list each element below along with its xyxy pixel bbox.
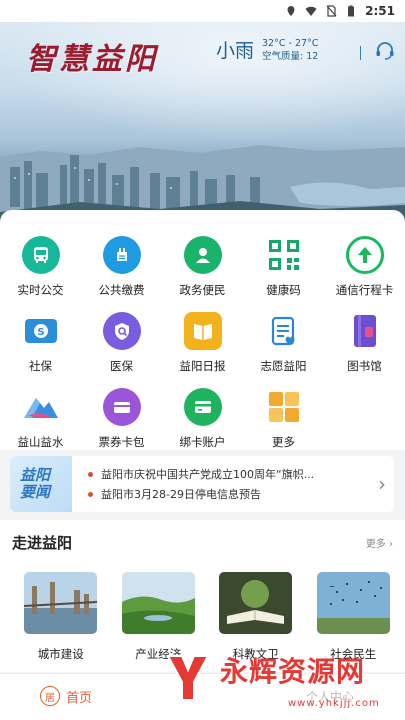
service-realtime-bus[interactable]: 实时公交 <box>0 236 81 298</box>
headset-icon[interactable] <box>374 40 396 62</box>
service-label: 通信行程卡 <box>335 283 394 297</box>
service-mountain-water[interactable]: 益山益水 <box>0 388 81 450</box>
arrow-up-icon <box>345 236 384 274</box>
book-photo <box>219 572 293 634</box>
services-grid: 实时公交 公共缴费 政务便民 健康码 通信行程卡 S 社保 医保 益阳日报 志愿… <box>0 236 405 450</box>
location-icon <box>287 6 295 16</box>
service-ticket-wallet[interactable]: 票券卡包 <box>81 388 162 450</box>
service-label: 绑卡账户 <box>179 435 226 449</box>
section-title: 走进益阳 <box>12 534 73 552</box>
bullet-dot <box>88 471 93 477</box>
explore-city-construction[interactable]: 城市建设 <box>12 572 110 662</box>
ticket-wallet-icon <box>102 388 141 426</box>
service-more[interactable]: 更多 <box>243 388 324 450</box>
more-label: 更多 <box>365 539 386 550</box>
qr-code-icon <box>265 236 303 274</box>
bullet-dot <box>88 491 93 497</box>
tab-home[interactable]: 居 首页 <box>40 686 92 706</box>
volunteer-icon <box>265 312 303 350</box>
bank-card-icon <box>183 388 222 426</box>
service-bind-card[interactable]: 绑卡账户 <box>162 388 243 450</box>
service-label: 政务便民 <box>179 283 226 297</box>
news-list: 益阳市庆祝中国共产党成立100周年“旗帜... 益阳市3月28-29日停电信息预… <box>72 464 370 504</box>
svg-text:S: S <box>37 327 44 338</box>
newspaper-icon <box>183 312 222 350</box>
city-photo <box>24 572 98 634</box>
clock: 2:51 <box>365 4 395 18</box>
service-label: 图书馆 <box>347 359 382 373</box>
service-label: 益阳日报 <box>179 359 226 373</box>
no-sim-icon <box>326 5 337 17</box>
home-icon: 居 <box>40 686 60 706</box>
tab-home-label: 首页 <box>66 690 93 706</box>
medical-insurance-icon <box>102 312 141 350</box>
weather-widget[interactable]: 小雨 32°C - 27°C 空气质量: 12 <box>216 36 318 63</box>
service-public-payment[interactable]: 公共缴费 <box>81 236 162 298</box>
watermark-text: 永辉资源网 <box>220 655 366 688</box>
service-label: 实时公交 <box>17 283 64 297</box>
service-social-security[interactable]: S 社保 <box>0 312 81 374</box>
service-health-code[interactable]: 健康码 <box>243 236 324 298</box>
library-icon <box>346 312 384 350</box>
services-panel: 实时公交 公共缴费 政务便民 健康码 通信行程卡 S 社保 医保 益阳日报 志愿… <box>0 210 405 450</box>
news-item[interactable]: 益阳市庆祝中国共产党成立100周年“旗帜... <box>88 464 370 484</box>
temperature-range: 32°C - 27°C <box>262 37 319 49</box>
service-label: 医保 <box>110 359 133 373</box>
status-bar: 2:51 <box>0 0 405 22</box>
watermark-logo <box>166 655 210 701</box>
service-label: 公共缴费 <box>98 283 145 297</box>
service-volunteer[interactable]: 志愿益阳 <box>243 312 324 374</box>
wifi-icon <box>305 6 317 16</box>
news-badge-line1: 益阳 <box>20 466 51 484</box>
news-badge-line2: 要闻 <box>20 483 51 501</box>
watermark: 永辉资源网 www.yhkjjj.com <box>160 646 405 720</box>
service-label: 更多 <box>272 435 295 449</box>
social-security-icon: S <box>22 312 60 350</box>
weather-detail: 32°C - 27°C 空气质量: 12 <box>262 37 318 63</box>
hero-banner: 智慧益阳 小雨 32°C - 27°C 空气质量: 12 <box>0 22 405 237</box>
more-link[interactable]: 更多 › <box>366 535 393 550</box>
service-government[interactable]: 政务便民 <box>162 236 243 298</box>
news-item[interactable]: 益阳市3月28-29日停电信息预告 <box>88 484 370 504</box>
news-ticker[interactable]: 益阳 要闻 益阳市庆祝中国共产党成立100周年“旗帜... 益阳市3月28-29… <box>10 456 394 512</box>
service-label: 社保 <box>29 359 52 373</box>
app-title: 智慧益阳 <box>26 42 158 77</box>
service-label: 益山益水 <box>17 435 64 449</box>
service-medical-insurance[interactable]: 医保 <box>81 312 162 374</box>
weather-condition: 小雨 <box>216 40 255 62</box>
mountain-icon <box>22 388 60 426</box>
service-label: 健康码 <box>266 283 301 297</box>
divider <box>360 46 361 60</box>
birds-photo <box>316 572 390 634</box>
service-library[interactable]: 图书馆 <box>324 312 405 374</box>
user-service-icon <box>183 236 222 274</box>
service-label: 票券卡包 <box>98 435 145 449</box>
more-grid-icon <box>265 388 303 426</box>
news-headline: 益阳市庆祝中国共产党成立100周年“旗帜... <box>101 468 315 481</box>
chevron-right-icon[interactable]: › <box>370 472 394 496</box>
service-travel-card[interactable]: 通信行程卡 <box>324 236 405 298</box>
battery-icon <box>348 5 355 17</box>
bus-icon <box>21 236 60 274</box>
payment-icon <box>102 236 141 274</box>
watermark-url: www.yhkjjj.com <box>288 698 380 709</box>
news-headline: 益阳市3月28-29日停电信息预告 <box>101 488 261 501</box>
news-badge: 益阳 要闻 <box>10 456 72 512</box>
service-yiyang-daily[interactable]: 益阳日报 <box>162 312 243 374</box>
air-quality: 空气质量: 12 <box>262 50 319 62</box>
explore-label: 城市建设 <box>37 647 84 661</box>
farmland-photo <box>121 572 195 634</box>
service-label: 志愿益阳 <box>260 359 307 373</box>
